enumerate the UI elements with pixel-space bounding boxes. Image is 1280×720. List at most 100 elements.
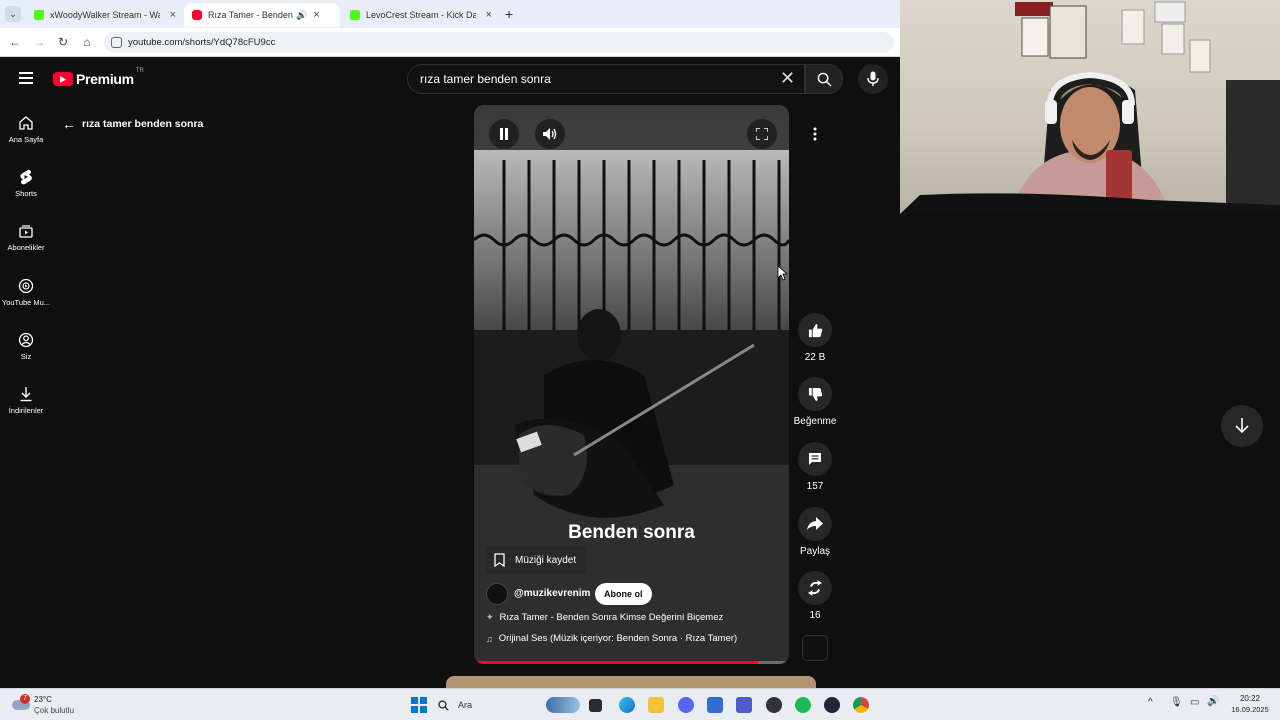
- edge-icon[interactable]: [619, 697, 635, 713]
- logo-region: TR: [135, 68, 144, 74]
- short-video-player[interactable]: Benden sonra Müziği kaydet @muzikevrenim…: [474, 105, 789, 664]
- channel-avatar[interactable]: [486, 583, 508, 605]
- taskbar-search[interactable]: Ara: [438, 694, 538, 716]
- progress-fill: [474, 661, 758, 664]
- search-box[interactable]: rıza tamer benden sonra ✕: [407, 64, 805, 94]
- browser-toolbar: ← → ↻ ⌂ youtube.com/shorts/YdQ78cFU9cc: [0, 28, 900, 57]
- url-text: youtube.com/shorts/YdQ78cFU9cc: [128, 37, 276, 48]
- comment-count: 157: [806, 481, 824, 492]
- sparkle-icon: ✦: [486, 612, 494, 622]
- sidebar-item-youtube-music[interactable]: YouTube Mu...: [0, 278, 52, 307]
- channel-name[interactable]: @muzikevrenim: [514, 588, 590, 599]
- tab-title: xWoodyWalker Stream - Watch: [50, 10, 160, 20]
- browser-tab-bar: ⌄ xWoodyWalker Stream - Watch × Rıza Tam…: [0, 0, 900, 28]
- shorts-icon: [20, 169, 32, 185]
- like-count: 22 B: [804, 352, 826, 363]
- next-short-preview[interactable]: [446, 676, 816, 688]
- reload-icon[interactable]: ↻: [55, 34, 71, 50]
- search-input[interactable]: rıza tamer benden sonra: [420, 72, 551, 86]
- volume-button[interactable]: [535, 119, 565, 149]
- windows-logo-icon: [411, 697, 418, 704]
- account-icon: [18, 332, 34, 348]
- start-button[interactable]: [411, 697, 427, 713]
- close-tab-icon[interactable]: ×: [313, 9, 319, 21]
- dislike-button[interactable]: [798, 377, 832, 411]
- teams-icon[interactable]: [736, 697, 752, 713]
- close-tab-icon[interactable]: ×: [486, 9, 492, 21]
- youtube-favicon-icon: [192, 10, 202, 20]
- tray-overflow-icon[interactable]: ^: [1148, 697, 1153, 708]
- sidebar-item-shorts[interactable]: Shorts: [0, 169, 52, 198]
- weather-temp: 23°C: [34, 695, 52, 704]
- fullscreen-icon: [756, 128, 768, 140]
- discord-icon[interactable]: [678, 697, 694, 713]
- sidebar-item-label: Shorts: [15, 189, 37, 198]
- pause-icon: [500, 128, 508, 140]
- tray-volume-icon[interactable]: 🔊: [1207, 696, 1219, 707]
- audio-line[interactable]: ♫ Orijinal Ses (Müzik içeriyor: Benden S…: [486, 633, 737, 644]
- kick-favicon-icon: [34, 10, 44, 20]
- voice-search-button[interactable]: [858, 64, 888, 94]
- tab-list-dropdown-button[interactable]: ⌄: [5, 6, 21, 22]
- store-icon[interactable]: [707, 697, 723, 713]
- save-music-button[interactable]: Müziği kaydet: [486, 547, 587, 573]
- audio-source-thumbnail[interactable]: [802, 635, 828, 661]
- like-button[interactable]: [798, 313, 832, 347]
- speaker-icon[interactable]: 🔊: [296, 10, 307, 21]
- comments-button[interactable]: [798, 442, 832, 476]
- browser-tab-woodywalker[interactable]: xWoodyWalker Stream - Watch ×: [26, 3, 184, 27]
- back-button[interactable]: ←: [62, 116, 76, 132]
- back-arrow-icon[interactable]: ←: [7, 34, 23, 50]
- close-tab-icon[interactable]: ×: [170, 9, 176, 21]
- search-button[interactable]: [805, 64, 843, 94]
- youtube-premium-logo[interactable]: Premium TR: [53, 68, 144, 88]
- sidebar-item-label: Ana Sayfa: [8, 135, 44, 144]
- more-options-button[interactable]: [805, 122, 825, 146]
- share-label: Paylaş: [799, 546, 830, 557]
- sidebar-item-label: YouTube Mu...: [1, 298, 51, 307]
- home-browser-icon[interactable]: ⌂: [79, 34, 95, 50]
- search-icon: [817, 72, 832, 87]
- browser-tab-youtube[interactable]: Rıza Tamer - Benden Sc 🔊 ×: [184, 3, 340, 27]
- spotify-icon[interactable]: [795, 697, 811, 713]
- site-info-icon[interactable]: [111, 37, 122, 48]
- browser-tab-levocrest[interactable]: LevoCrest Stream - Kick Dashbo ×: [342, 3, 500, 27]
- menu-hamburger-icon[interactable]: [19, 72, 33, 84]
- sidebar-item-downloads[interactable]: İndirilenler: [0, 386, 52, 415]
- sidebar-item-subscriptions[interactable]: Abonelikler: [0, 223, 52, 252]
- tray-mic-icon[interactable]: 🎙: [1170, 697, 1183, 708]
- next-video-button[interactable]: [1221, 405, 1263, 447]
- video-frame: [474, 150, 789, 664]
- youtube-logo-icon: [53, 72, 73, 86]
- task-view-icon[interactable]: [589, 699, 602, 712]
- more-vertical-icon: [813, 127, 817, 141]
- remix-button[interactable]: [798, 571, 832, 605]
- chrome-icon[interactable]: [853, 697, 869, 713]
- search-icon: [438, 699, 449, 711]
- clear-search-icon[interactable]: ✕: [780, 68, 795, 89]
- forward-arrow-icon[interactable]: →: [31, 34, 47, 50]
- overlay-title: Benden sonra: [568, 522, 695, 543]
- download-icon: [20, 387, 32, 402]
- file-explorer-icon[interactable]: [648, 697, 664, 713]
- sidebar-item-label: İndirilenler: [8, 406, 44, 415]
- tray-network-icon[interactable]: ▭: [1190, 697, 1199, 708]
- fullscreen-button[interactable]: [747, 119, 777, 149]
- subscribe-button[interactable]: Abone ol: [595, 583, 652, 605]
- thumbs-down-icon: [808, 387, 822, 401]
- progress-track[interactable]: [474, 661, 789, 664]
- address-bar[interactable]: youtube.com/shorts/YdQ78cFU9cc: [104, 32, 894, 53]
- bookmark-icon: [494, 553, 505, 567]
- sidebar-item-home[interactable]: Ana Sayfa: [0, 115, 52, 144]
- search-highlight-image[interactable]: [546, 697, 580, 713]
- sidebar-item-you[interactable]: Siz: [0, 332, 52, 361]
- weather-widget[interactable]: 7 23°C Çok bulutlu: [8, 692, 108, 718]
- steam-icon[interactable]: [824, 697, 840, 713]
- pause-button[interactable]: [489, 119, 519, 149]
- app-icon[interactable]: [766, 697, 782, 713]
- share-button[interactable]: [798, 507, 832, 541]
- clock[interactable]: 20:22 16.09.2025: [1226, 694, 1274, 714]
- video-title-line[interactable]: ✦ Rıza Tamer - Benden Sonra Kimse Değeri…: [486, 612, 723, 623]
- new-tab-button[interactable]: +: [505, 6, 513, 22]
- weather-desc: Çok bulutlu: [34, 706, 75, 715]
